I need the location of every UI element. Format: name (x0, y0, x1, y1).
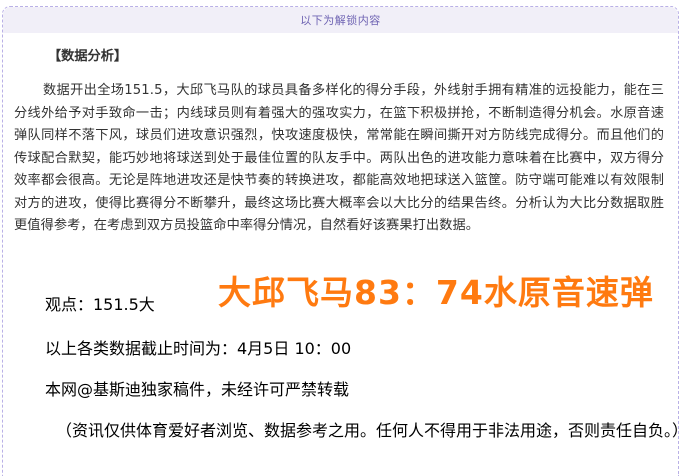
copyright-notice: 本网@基斯迪独家稿件，未经许可严禁转载 (45, 380, 350, 399)
analysis-paragraph: 数据开出全场151.5，大邱飞马队的球员具备多样化的得分手段，外线射手拥有精准的… (14, 83, 664, 233)
section-heading: 【数据分析】 (48, 49, 128, 64)
score-overlay: 大邱飞马83：74水原音速弹 (218, 273, 654, 312)
unlock-banner: 以下为解锁内容 (3, 7, 678, 33)
disclaimer-notice: （资讯仅供体育爱好者浏览、数据参考之用。任何人不得用于非法用途，否则责任自负。） (56, 421, 683, 440)
viewpoint-line: 观点：151.5大 (45, 295, 155, 314)
data-cutoff-line: 以上各类数据截止时间为：4月5日 10：00 (45, 339, 352, 358)
article-body: 【数据分析】 数据开出全场151.5，大邱飞马队的球员具备多样化的得分手段，外线… (14, 46, 664, 238)
